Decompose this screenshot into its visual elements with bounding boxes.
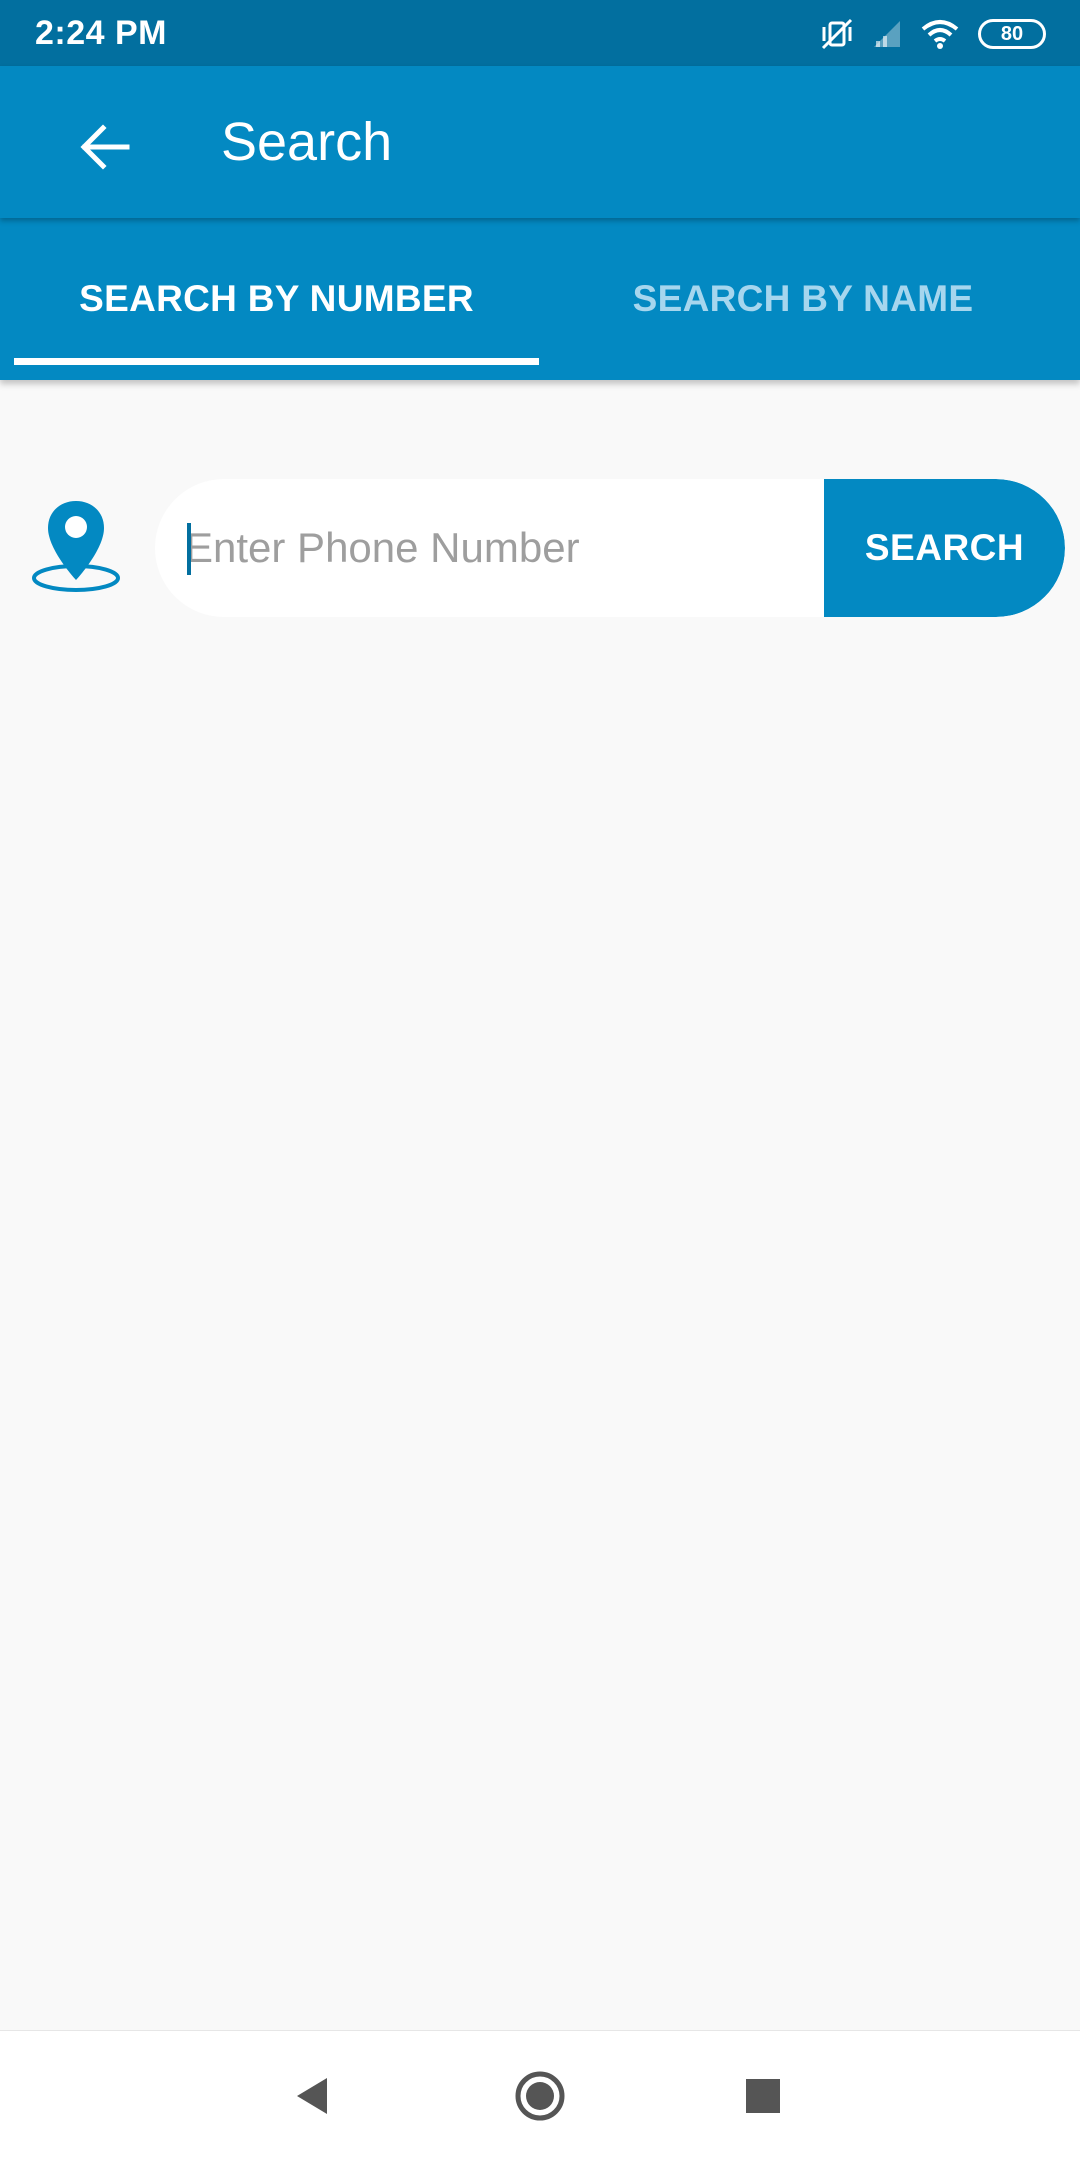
signal-icon: [872, 19, 902, 49]
tab-search-by-name[interactable]: SEARCH BY NAME: [540, 218, 1066, 380]
page-title: Search: [221, 112, 393, 172]
tab-search-by-number[interactable]: SEARCH BY NUMBER: [14, 218, 539, 380]
map-pin-icon[interactable]: [30, 498, 122, 594]
nav-recents-icon[interactable]: [730, 2063, 796, 2129]
status-icons: 80: [820, 12, 1046, 56]
arrow-left-icon: [80, 124, 130, 170]
tab-bar: SEARCH BY NUMBER SEARCH BY NAME: [0, 218, 1080, 380]
phone-number-input[interactable]: [185, 479, 825, 617]
nav-home-icon[interactable]: [507, 2063, 573, 2129]
battery-icon: 80: [978, 19, 1046, 49]
battery-level: 80: [1000, 23, 1024, 45]
system-nav-bar: [0, 2030, 1080, 2160]
search-button[interactable]: SEARCH: [824, 479, 1065, 617]
nav-back-icon[interactable]: [280, 2063, 346, 2129]
back-button[interactable]: [70, 112, 140, 182]
wifi-icon: [920, 18, 960, 50]
search-bar: SEARCH: [155, 479, 1065, 617]
vibrate-off-icon: [820, 17, 854, 51]
app-bar: Search: [0, 66, 1080, 218]
status-time: 2:24 PM: [35, 14, 167, 52]
tab-indicator: [14, 358, 539, 365]
status-bar: 2:24 PM 80: [0, 0, 1080, 66]
text-caret: [187, 523, 191, 575]
